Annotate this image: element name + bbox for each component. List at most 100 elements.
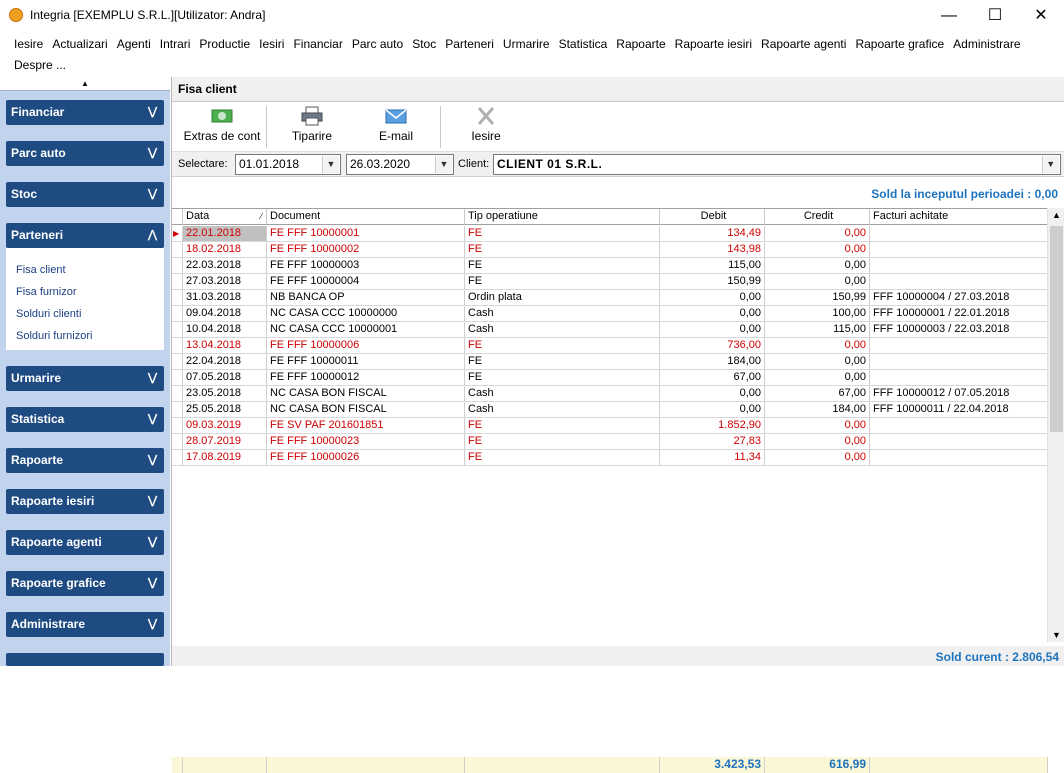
menu-iesiri[interactable]: Iesiri <box>259 37 284 51</box>
maximize-button[interactable]: ☐ <box>972 0 1018 31</box>
menu-iesire[interactable]: Iesire <box>14 37 43 51</box>
table-row[interactable]: 09.04.2018 NC CASA CCC 10000000 Cash 0,00 10… <box>172 306 1048 322</box>
menu-rapoarte-iesiri[interactable]: Rapoarte iesiri <box>675 37 752 51</box>
chevron-down-icon: ⋁ <box>147 454 157 466</box>
chevron-down-icon[interactable]: ▼ <box>435 156 452 173</box>
cell-tip: Cash <box>465 322 660 338</box>
table-row[interactable]: 23.05.2018 NC CASA BON FISCAL Cash 0,00 67,0… <box>172 386 1048 402</box>
sidebar-group-rapoarte-agenti[interactable]: Rapoarte agenti ⋁ <box>6 530 164 555</box>
app-logo-icon <box>9 8 23 22</box>
table-row[interactable]: 28.07.2019 FE FFF 10000023 FE 27,83 0,00 <box>172 434 1048 450</box>
cell-tip: FE <box>465 434 660 450</box>
column-header-document[interactable]: Document <box>267 209 465 225</box>
menu-parc-auto[interactable]: Parc auto <box>352 37 403 51</box>
sidebar-group-rapoarte-iesiri[interactable]: Rapoarte iesiri ⋁ <box>6 489 164 514</box>
scroll-down-icon[interactable]: ▼ <box>1052 630 1061 640</box>
sidebar-group-rapoarte-grafice[interactable]: Rapoarte grafice ⋁ <box>6 571 164 596</box>
cell-facturi: FFF 10000003 / 22.03.2018 <box>870 322 1048 338</box>
menu-administrare[interactable]: Administrare <box>953 37 1020 51</box>
column-header-debit[interactable]: Debit <box>660 209 765 225</box>
sidebar-item-fisa-client[interactable]: Fisa client <box>16 264 66 276</box>
table-row[interactable]: 09.03.2019 FE SV PAF 201601851 FE 1.852,90 0… <box>172 418 1048 434</box>
tiparire-button[interactable]: Tiparire <box>280 106 344 148</box>
sidebar-group-parteneri[interactable]: Parteneri ⋀ <box>6 223 164 248</box>
sidebar-group-label: Parc auto <box>11 146 66 160</box>
chevron-down-icon: ⋁ <box>147 188 157 200</box>
email-button[interactable]: E-mail <box>366 106 426 148</box>
table-row[interactable]: 25.05.2018 NC CASA BON FISCAL Cash 0,00 184,… <box>172 402 1048 418</box>
menu-statistica[interactable]: Statistica <box>559 37 608 51</box>
sidebar-group-label: Urmarire <box>11 371 62 385</box>
sidebar-group-statistica[interactable]: Statistica ⋁ <box>6 407 164 432</box>
cell-tip: FE <box>465 354 660 370</box>
cell-debit: 11,34 <box>660 450 765 466</box>
menu-productie[interactable]: Productie <box>199 37 250 51</box>
cell-debit: 0,00 <box>660 290 765 306</box>
sidebar-item-solduri-clienti[interactable]: Solduri clienti <box>16 308 81 320</box>
cell-debit: 115,00 <box>660 258 765 274</box>
table-row[interactable]: 22.03.2018 FE FFF 10000003 FE 115,00 0,00 <box>172 258 1048 274</box>
sidebar-scroll-up-button[interactable]: ▲ <box>0 77 170 91</box>
table-row[interactable]: 27.03.2018 FE FFF 10000004 FE 150,99 0,00 <box>172 274 1048 290</box>
extras-de-cont-button[interactable]: Extras de cont <box>182 106 262 148</box>
table-row[interactable]: 13.04.2018 FE FFF 10000006 FE 736,00 0,00 <box>172 338 1048 354</box>
menu-despre[interactable]: Despre ... <box>14 58 66 72</box>
sidebar-group-administrare[interactable]: Administrare ⋁ <box>6 612 164 637</box>
chevron-down-icon[interactable]: ▼ <box>1042 156 1059 173</box>
table-row[interactable]: ▶ 22.01.2018 FE FFF 10000001 FE 134,49 0,00 <box>172 226 1048 242</box>
grid-scrollbar[interactable]: ▲ ▼ <box>1047 208 1064 642</box>
table-row[interactable]: 31.03.2018 NB BANCA OP Ordin plata 0,00 150,… <box>172 290 1048 306</box>
date-to-value: 26.03.2020 <box>350 157 411 171</box>
title-bar: Integria [EXEMPLU S.R.L.][Utilizator: An… <box>0 0 1064 31</box>
client-select[interactable]: CLIENT 01 S.R.L. ▼ <box>493 154 1061 175</box>
cell-doc: NC CASA BON FISCAL <box>267 402 465 418</box>
scrollbar-thumb[interactable] <box>1050 226 1063 432</box>
table-row[interactable]: 10.04.2018 NC CASA CCC 10000001 Cash 0,00 11… <box>172 322 1048 338</box>
minimize-button[interactable]: — <box>926 0 972 31</box>
parteneri-submenu: Fisa client Fisa furnizor Solduri client… <box>6 248 164 350</box>
column-header-data[interactable]: Data ⁄ <box>183 209 267 225</box>
sidebar-group-stoc[interactable]: Stoc ⋁ <box>6 182 164 207</box>
sidebar-group-parc-auto[interactable]: Parc auto ⋁ <box>6 141 164 166</box>
close-button[interactable]: ✕ <box>1018 0 1064 31</box>
cell-debit: 0,00 <box>660 386 765 402</box>
money-icon <box>211 109 233 123</box>
table-row[interactable]: 07.05.2018 FE FFF 10000012 FE 67,00 0,00 <box>172 370 1048 386</box>
menu-parteneri[interactable]: Parteneri <box>445 37 494 51</box>
scroll-up-icon[interactable]: ▲ <box>1052 210 1061 220</box>
window-title: Integria [EXEMPLU S.R.L.][Utilizator: An… <box>30 8 266 22</box>
menu-intrari[interactable]: Intrari <box>160 37 191 51</box>
menu-rapoarte-agenti[interactable]: Rapoarte agenti <box>761 37 846 51</box>
date-to-picker[interactable]: 26.03.2020 ▼ <box>346 154 454 175</box>
cell-credit: 0,00 <box>765 434 870 450</box>
chevron-down-icon[interactable]: ▼ <box>322 156 339 173</box>
column-header-tip-operatiune[interactable]: Tip operatiune <box>465 209 660 225</box>
column-header-credit[interactable]: Credit <box>765 209 870 225</box>
iesire-button[interactable]: Iesire <box>456 106 516 148</box>
table-row[interactable]: 18.02.2018 FE FFF 10000002 FE 143,98 0,00 <box>172 242 1048 258</box>
menu-financiar[interactable]: Financiar <box>293 37 342 51</box>
toolbar-separator <box>266 106 267 148</box>
cell-facturi: FFF 10000001 / 22.01.2018 <box>870 306 1048 322</box>
menu-stoc[interactable]: Stoc <box>412 37 436 51</box>
menu-actualizari[interactable]: Actualizari <box>52 37 107 51</box>
row-selector <box>172 338 183 354</box>
sidebar-group-rapoarte[interactable]: Rapoarte ⋁ <box>6 448 164 473</box>
menu-rapoarte-grafice[interactable]: Rapoarte grafice <box>855 37 944 51</box>
close-x-icon <box>477 107 495 125</box>
table-row[interactable]: 22.04.2018 FE FFF 10000011 FE 184,00 0,00 <box>172 354 1048 370</box>
sidebar-group-financiar[interactable]: Financiar ⋁ <box>6 100 164 125</box>
sidebar-group-urmarire[interactable]: Urmarire ⋁ <box>6 366 164 391</box>
sidebar-item-fisa-furnizor[interactable]: Fisa furnizor <box>16 286 77 298</box>
table-row[interactable]: 17.08.2019 FE FFF 10000026 FE 11,34 0,00 <box>172 450 1048 466</box>
filter-bar: Selectare: 01.01.2018 ▼ 26.03.2020 ▼ Cli… <box>172 152 1064 177</box>
menu-urmarire[interactable]: Urmarire <box>503 37 550 51</box>
sold-initial-label: Sold la inceputul perioadei : 0,00 <box>871 187 1058 201</box>
data-grid: Data ⁄ Document Tip operatiune Debit Cred… <box>172 208 1064 773</box>
menu-agenti[interactable]: Agenti <box>117 37 151 51</box>
menu-rapoarte[interactable]: Rapoarte <box>616 37 665 51</box>
sidebar-item-solduri-furnizori[interactable]: Solduri furnizori <box>16 330 92 342</box>
column-header-facturi-achitate[interactable]: Facturi achitate <box>870 209 1048 225</box>
sidebar: ▲ Financiar ⋁ Parc auto ⋁ Stoc ⋁ Parteneri ⋀… <box>0 77 170 666</box>
date-from-picker[interactable]: 01.01.2018 ▼ <box>235 154 341 175</box>
